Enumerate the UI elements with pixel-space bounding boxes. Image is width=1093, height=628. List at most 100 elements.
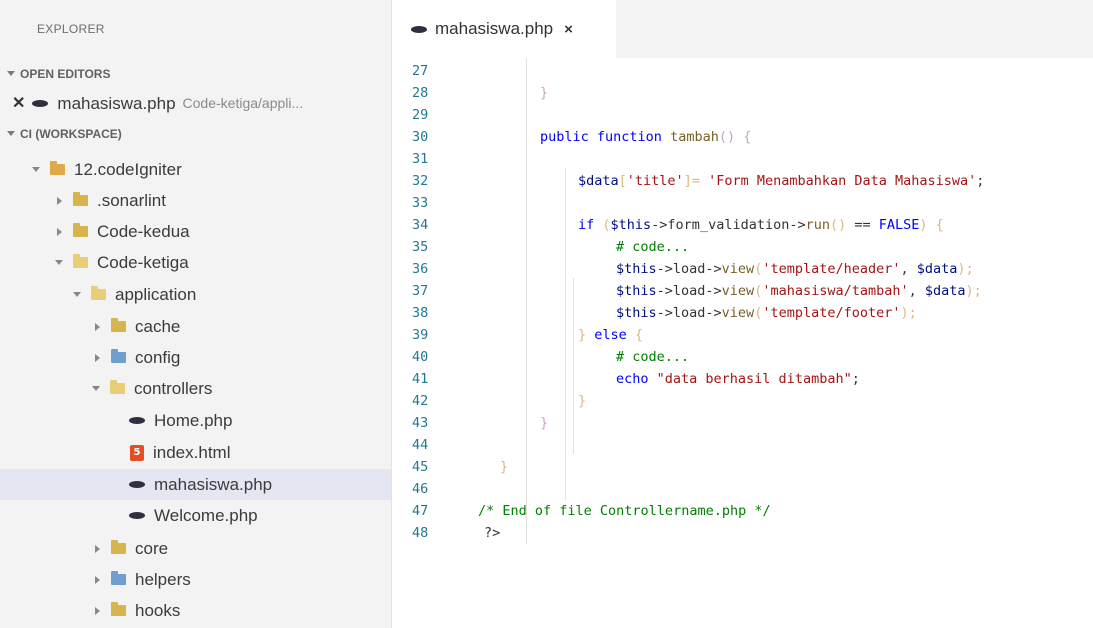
tree-item-welcome-php[interactable]: Welcome.php: [0, 500, 391, 531]
tree-item-label: 12.codeIgniter: [74, 160, 182, 179]
folder-open-icon: [91, 286, 106, 300]
line-number: 29: [412, 107, 429, 123]
workspace-header[interactable]: CI (WORKSPACE): [0, 118, 391, 148]
code-line: 29: [392, 104, 1093, 126]
editor-tab-bar: mahasiswa.php ×: [392, 0, 1093, 58]
line-number: 30: [412, 129, 429, 145]
tree-item-application[interactable]: application: [0, 279, 391, 310]
tree-item-label: config: [135, 348, 181, 367]
folder-icon: [73, 223, 88, 237]
tree-item-hooks[interactable]: hooks: [0, 595, 391, 626]
tree-item-label: hooks: [135, 601, 181, 620]
chevron-right-icon: [95, 322, 100, 331]
tree-item-code-ketiga[interactable]: Code-ketiga: [0, 247, 391, 278]
chevron-right-icon: [95, 606, 100, 615]
tab-mahasiswa-php[interactable]: mahasiswa.php ×: [392, 0, 616, 58]
code-line: 31: [392, 148, 1093, 170]
code-line: 48 ?>: [392, 522, 1093, 544]
line-number: 32: [412, 173, 429, 189]
tree-item-home-php[interactable]: Home.php: [0, 405, 391, 436]
explorer-sidebar: EXPLORER OPEN EDITORS ✕ mahasiswa.php Co…: [0, 0, 392, 628]
open-editor-path: Code-ketiga/appli...: [182, 95, 304, 111]
line-number: 47: [412, 503, 429, 519]
tab-label: mahasiswa.php: [435, 19, 554, 38]
code-editor[interactable]: 27 28} 29 30 public function tambah() { 3…: [392, 58, 1093, 628]
tree-item-label: core: [135, 539, 169, 558]
line-number: 46: [412, 481, 429, 497]
folder-icon: [73, 192, 88, 206]
line-number: 41: [412, 371, 429, 387]
close-icon[interactable]: ×: [564, 21, 573, 38]
line-number: 36: [412, 261, 429, 277]
line-number: 34: [412, 217, 429, 233]
code-line: 42}: [392, 390, 1093, 412]
code-line: 28}: [392, 82, 1093, 104]
config-folder-icon: [111, 349, 126, 363]
folder-icon: [111, 602, 126, 616]
tree-item-core[interactable]: core: [0, 533, 391, 564]
tree-item-label: controllers: [134, 379, 213, 398]
code-line: 36 $this->load->view('template/header', $…: [392, 258, 1093, 280]
chevron-down-icon: [7, 71, 15, 77]
line-number: 39: [412, 327, 429, 343]
tree-item-mahasiswa-php[interactable]: mahasiswa.php: [0, 469, 391, 500]
helpers-folder-icon: [111, 571, 126, 585]
tree-item-label: index.html: [153, 443, 231, 462]
chevron-down-icon: [92, 386, 100, 391]
line-number: 42: [412, 393, 429, 409]
code-line: 35 # code...: [392, 236, 1093, 258]
line-number: 27: [412, 63, 429, 79]
tree-item-12-codeigniter[interactable]: 12.codeIgniter: [0, 154, 391, 185]
tree-item-controllers[interactable]: controllers: [0, 373, 391, 404]
code-line: 47/* End of file Controllername.php */: [392, 500, 1093, 522]
code-line: 37 $this->load->view('mahasiswa/tambah', …: [392, 280, 1093, 302]
chevron-down-icon: [55, 260, 63, 265]
folder-open-icon: [73, 254, 88, 268]
open-editors-header[interactable]: OPEN EDITORS: [0, 58, 391, 88]
chevron-right-icon: [95, 353, 100, 362]
php-file-icon: [129, 512, 145, 519]
code-line: 43}: [392, 412, 1093, 434]
code-line: 41 echo "data berhasil ditambah";: [392, 368, 1093, 390]
line-number: 43: [412, 415, 429, 431]
line-number: 45: [412, 459, 429, 475]
code-line: 40 # code...: [392, 346, 1093, 368]
tree-item-label: Code-kedua: [97, 222, 190, 241]
chevron-down-icon: [32, 167, 40, 172]
line-number: 40: [412, 349, 429, 365]
chevron-right-icon: [95, 544, 100, 553]
tree-item-config[interactable]: config: [0, 342, 391, 373]
chevron-down-icon: [7, 131, 15, 137]
tree-item-code-kedua[interactable]: Code-kedua: [0, 216, 391, 247]
chevron-right-icon: [95, 575, 100, 584]
folder-icon: [111, 318, 126, 332]
code-line: 39} else {: [392, 324, 1093, 346]
chevron-right-icon: [57, 227, 62, 236]
code-line: 44: [392, 434, 1093, 456]
line-number: 38: [412, 305, 429, 321]
tree-item-label: application: [115, 285, 197, 304]
tree-item-label: mahasiswa.php: [154, 475, 273, 494]
tree-item-label: .sonarlint: [97, 191, 166, 210]
tree-item-helpers[interactable]: helpers: [0, 564, 391, 595]
close-icon[interactable]: ✕: [12, 88, 25, 119]
code-line: 46: [392, 478, 1093, 500]
line-number: 48: [412, 525, 429, 541]
tree-item-label: cache: [135, 317, 181, 336]
chevron-down-icon: [73, 292, 81, 297]
tree-item-index-html[interactable]: 5 index.html: [0, 437, 391, 468]
code-line: 34 if ($this->form_validation->run() == F…: [392, 214, 1093, 236]
tree-item-sonarlint[interactable]: .sonarlint: [0, 185, 391, 216]
code-line: 27: [392, 60, 1093, 82]
tree-item-cache[interactable]: cache: [0, 311, 391, 342]
open-editor-item[interactable]: ✕ mahasiswa.php Code-ketiga/appli...: [0, 88, 391, 119]
line-number: 37: [412, 283, 429, 299]
tree-item-label: Home.php: [154, 411, 233, 430]
php-file-icon: [129, 417, 145, 424]
tree-item-label: Welcome.php: [154, 506, 258, 525]
php-file-icon: [129, 481, 145, 488]
tree-item-label: helpers: [135, 570, 191, 589]
line-number: 31: [412, 151, 429, 167]
tree-item-label: Code-ketiga: [97, 253, 189, 272]
php-file-icon: [32, 100, 49, 107]
